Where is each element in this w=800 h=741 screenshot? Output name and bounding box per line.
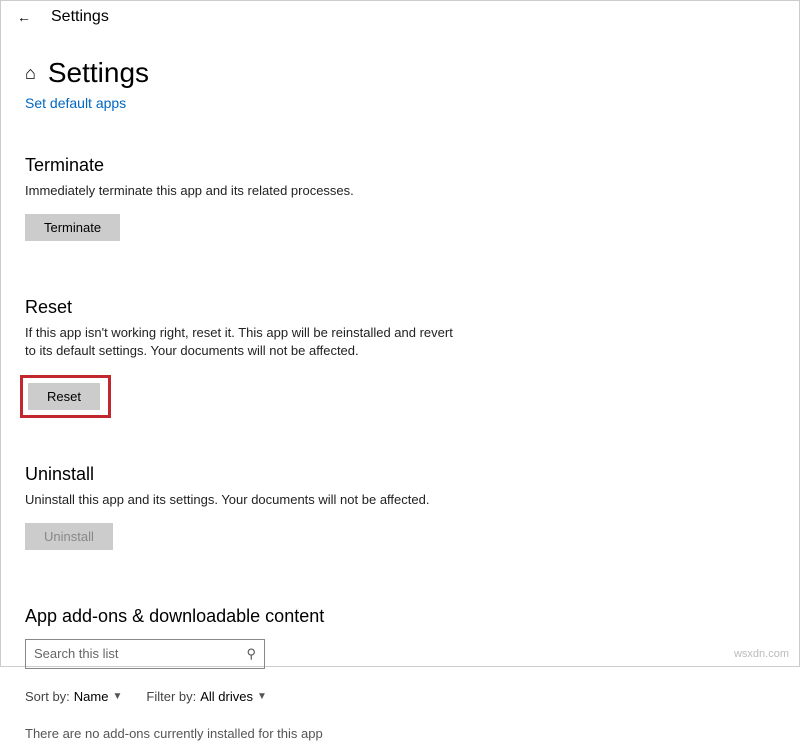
filter-by-label: Filter by: (146, 689, 196, 704)
sort-by-dropdown[interactable]: Sort by: Name ▼ (25, 689, 122, 704)
chevron-down-icon: ▼ (257, 691, 267, 702)
terminate-desc: Immediately terminate this app and its r… (25, 182, 465, 200)
filter-by-value: All drives (200, 689, 253, 704)
content-area: ⌂ Settings Set default apps Terminate Im… (1, 33, 799, 741)
terminate-heading: Terminate (25, 155, 775, 176)
reset-button[interactable]: Reset (28, 383, 100, 410)
uninstall-button: Uninstall (25, 523, 113, 550)
chevron-down-icon: ▼ (112, 691, 122, 702)
titlebar-title: Settings (51, 8, 109, 26)
sort-by-label: Sort by: (25, 689, 70, 704)
page-title: Settings (48, 57, 149, 89)
titlebar: ← Settings (1, 1, 799, 33)
sort-filter-row: Sort by: Name ▼ Filter by: All drives ▼ (25, 689, 775, 704)
filter-by-dropdown[interactable]: Filter by: All drives ▼ (146, 689, 267, 704)
set-default-apps-link[interactable]: Set default apps (25, 95, 126, 111)
terminate-button[interactable]: Terminate (25, 214, 120, 241)
home-icon[interactable]: ⌂ (25, 63, 36, 84)
search-icon[interactable]: ⚲ (246, 646, 256, 662)
addons-empty-message: There are no add-ons currently installed… (25, 726, 775, 741)
reset-desc: If this app isn't working right, reset i… (25, 324, 465, 360)
watermark: wsxdn.com (734, 648, 789, 660)
search-input[interactable] (34, 646, 246, 661)
reset-heading: Reset (25, 297, 775, 318)
addons-heading: App add-ons & downloadable content (25, 606, 775, 627)
search-box[interactable]: ⚲ (25, 639, 265, 669)
uninstall-desc: Uninstall this app and its settings. You… (25, 491, 465, 509)
sort-by-value: Name (74, 689, 109, 704)
search-row: ⚲ (25, 639, 775, 669)
uninstall-heading: Uninstall (25, 464, 775, 485)
reset-highlight: Reset (20, 375, 111, 418)
back-arrow-icon[interactable]: ← (11, 7, 37, 27)
page-title-row: ⌂ Settings (25, 57, 775, 89)
